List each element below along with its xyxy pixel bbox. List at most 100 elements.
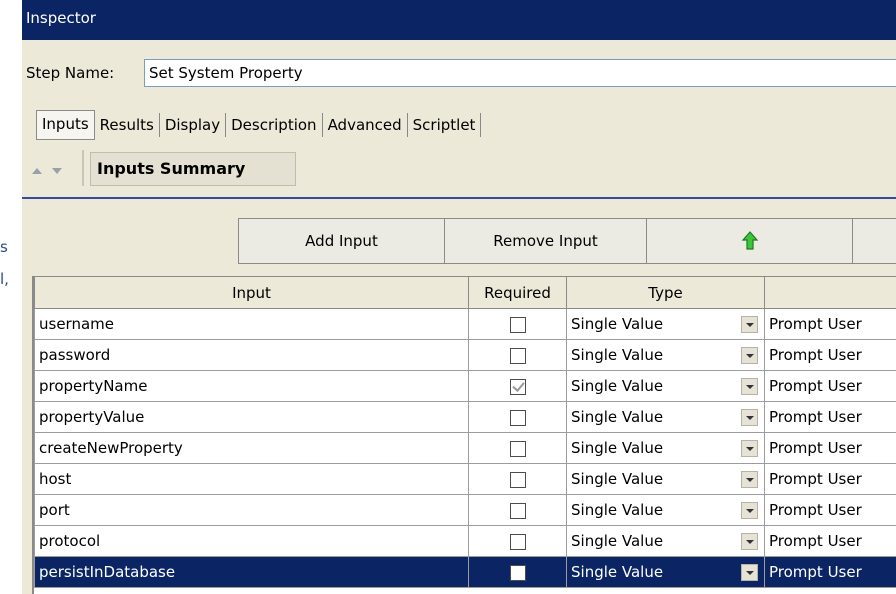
required-cell [468, 494, 567, 526]
collapse-up-icon[interactable] [32, 168, 42, 174]
step-name-label: Step Name: [26, 64, 115, 82]
tab-separator [480, 113, 482, 137]
input-name-cell[interactable]: protocol [34, 525, 469, 557]
input-name-cell[interactable]: port [34, 494, 469, 526]
section-nav [32, 152, 82, 186]
from-cell[interactable]: Prompt User [764, 494, 896, 526]
inspector-panel: Inspector Step Name: Inputs Results Disp… [22, 0, 896, 594]
table-row[interactable]: propertyValue Single Value Prompt User [34, 401, 896, 433]
required-checkbox[interactable] [509, 440, 526, 457]
from-cell[interactable]: Prompt User [764, 339, 896, 371]
type-value: Single Value [571, 408, 664, 426]
type-value: Single Value [571, 315, 664, 333]
inputs-grid: Input Required Type username Single Value… [32, 276, 896, 594]
column-header-input[interactable]: Input [34, 276, 469, 309]
table-row[interactable]: protocol Single Value Prompt User [34, 525, 896, 557]
inspector-title-bar: Inspector [22, 0, 896, 40]
input-name-cell[interactable]: username [34, 308, 469, 340]
table-row[interactable]: propertyName Single Value Prompt User [34, 370, 896, 402]
chevron-down-icon[interactable] [741, 502, 758, 519]
table-row[interactable]: port Single Value Prompt User [34, 494, 896, 526]
section-nav-divider [82, 150, 84, 186]
chevron-down-icon[interactable] [741, 440, 758, 457]
type-value: Single Value [571, 501, 664, 519]
chevron-down-icon[interactable] [741, 564, 758, 581]
table-row[interactable]: host Single Value Prompt User [34, 463, 896, 495]
required-checkbox[interactable] [509, 409, 526, 426]
table-header-row: Input Required Type [34, 276, 896, 309]
chevron-down-icon[interactable] [741, 533, 758, 550]
background-window-strip: s l, [0, 0, 22, 594]
from-cell[interactable]: Prompt User [764, 463, 896, 495]
tab-scriptlet[interactable]: Scriptlet [408, 111, 481, 139]
table-row[interactable]: createNewProperty Single Value Prompt User [34, 432, 896, 464]
table-row[interactable]: password Single Value Prompt User [34, 339, 896, 371]
column-header-type[interactable]: Type [566, 276, 765, 309]
type-select[interactable]: Single Value [566, 463, 765, 495]
required-checkbox[interactable] [509, 316, 526, 333]
type-select[interactable]: Single Value [566, 556, 765, 588]
type-select[interactable]: Single Value [566, 494, 765, 526]
from-cell[interactable]: Prompt User [764, 525, 896, 557]
tab-inputs[interactable]: Inputs [36, 110, 95, 140]
inputs-toolbar: Add Input Remove Input [238, 218, 896, 264]
move-up-button[interactable] [646, 218, 852, 264]
expand-down-icon[interactable] [52, 168, 62, 174]
tab-description[interactable]: Description [226, 111, 321, 139]
type-value: Single Value [571, 346, 664, 364]
required-cell [468, 463, 567, 495]
from-cell[interactable]: Prompt User [764, 401, 896, 433]
column-header-from[interactable] [764, 276, 896, 309]
inputs-summary-header[interactable]: Inputs Summary [90, 152, 296, 186]
type-select[interactable]: Single Value [566, 370, 765, 402]
required-checkbox[interactable] [509, 533, 526, 550]
from-cell[interactable]: Prompt User [764, 432, 896, 464]
chevron-down-icon[interactable] [741, 471, 758, 488]
required-checkbox[interactable] [509, 347, 526, 364]
chevron-down-icon[interactable] [741, 378, 758, 395]
tab-advanced[interactable]: Advanced [323, 111, 407, 139]
from-cell[interactable]: Prompt User [764, 308, 896, 340]
table-row[interactable]: username Single Value Prompt User [34, 308, 896, 340]
input-name-cell[interactable]: propertyName [34, 370, 469, 402]
inspector-tabs: Inputs Results Display Description Advan… [36, 108, 482, 142]
type-value: Single Value [571, 563, 664, 581]
type-value: Single Value [571, 532, 664, 550]
type-select[interactable]: Single Value [566, 401, 765, 433]
move-down-button[interactable] [852, 218, 896, 264]
inputs-table: Input Required Type username Single Value… [34, 276, 896, 588]
chevron-down-icon[interactable] [741, 347, 758, 364]
tab-display[interactable]: Display [160, 111, 225, 139]
input-name-cell[interactable]: password [34, 339, 469, 371]
section-divider [22, 197, 896, 199]
type-select[interactable]: Single Value [566, 525, 765, 557]
required-cell [468, 370, 567, 402]
required-cell [468, 401, 567, 433]
column-header-required[interactable]: Required [468, 276, 567, 309]
from-cell[interactable]: Prompt User [764, 370, 896, 402]
inspector-title: Inspector [26, 9, 96, 27]
type-select[interactable]: Single Value [566, 339, 765, 371]
input-name-cell[interactable]: persistInDatabase [34, 556, 469, 588]
required-checkbox[interactable] [509, 378, 526, 395]
add-input-button[interactable]: Add Input [238, 218, 444, 264]
required-checkbox[interactable] [509, 502, 526, 519]
input-name-cell[interactable]: createNewProperty [34, 432, 469, 464]
type-select[interactable]: Single Value [566, 432, 765, 464]
type-select[interactable]: Single Value [566, 308, 765, 340]
tab-results[interactable]: Results [95, 111, 159, 139]
chevron-down-icon[interactable] [741, 316, 758, 333]
type-value: Single Value [571, 439, 664, 457]
from-cell[interactable]: Prompt User [764, 556, 896, 588]
type-value: Single Value [571, 377, 664, 395]
chevron-down-icon[interactable] [741, 409, 758, 426]
required-cell [468, 432, 567, 464]
remove-input-button[interactable]: Remove Input [444, 218, 646, 264]
input-name-cell[interactable]: propertyValue [34, 401, 469, 433]
required-checkbox[interactable] [509, 564, 526, 581]
input-name-cell[interactable]: host [34, 463, 469, 495]
step-name-input[interactable] [144, 59, 896, 87]
required-cell [468, 525, 567, 557]
table-row[interactable]: persistInDatabase Single Value Prompt User [34, 556, 896, 588]
required-checkbox[interactable] [509, 471, 526, 488]
